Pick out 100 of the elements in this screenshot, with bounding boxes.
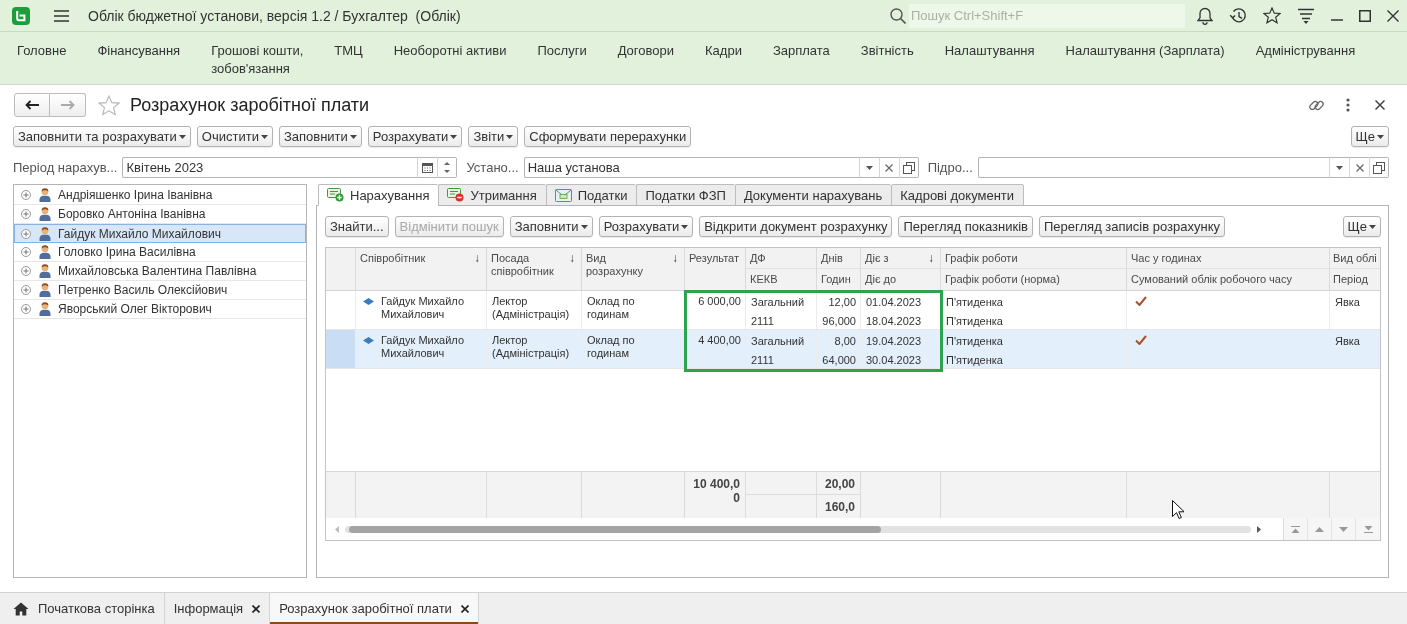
- expand-icon[interactable]: [21, 209, 31, 219]
- expand-icon[interactable]: [21, 285, 31, 295]
- previous-row-button[interactable]: [1308, 518, 1332, 540]
- close-icon[interactable]: [460, 604, 469, 613]
- dropdown-button[interactable]: Звіти: [468, 126, 519, 147]
- table-row[interactable]: Гайдук Михайло Михайлович Лектор (Адміністрація) Оклад по годинам 6 000,00 Загальний 2111 12,00 96,000 01.04.2023 18.04.2023 П'ятиденка П'ятиденка Явка: [326, 291, 1380, 330]
- column-header[interactable]: Сумований облік робочого часу: [1127, 269, 1330, 290]
- dropdown-button[interactable]: Розрахувати: [367, 126, 463, 147]
- maximize-icon[interactable]: [1359, 9, 1371, 22]
- expand-icon[interactable]: [21, 304, 31, 314]
- clear-button[interactable]: [1349, 157, 1369, 178]
- command-button[interactable]: Перегляд записів розрахунку: [1039, 216, 1225, 237]
- column-header[interactable]: Діє з ↓: [861, 248, 941, 269]
- window-tab[interactable]: Початкова сторінка: [4, 593, 165, 624]
- close-icon[interactable]: [1387, 9, 1399, 22]
- section-menu-item[interactable]: Налаштування (Зарплата): [1065, 42, 1225, 60]
- check-icon[interactable]: [1135, 335, 1147, 345]
- more-button[interactable]: Ще: [1350, 126, 1389, 147]
- last-row-button[interactable]: [1356, 518, 1380, 540]
- close-icon[interactable]: [252, 604, 261, 613]
- employee-item[interactable]: Андріяшенко Ірина Іванівна: [14, 186, 306, 205]
- star-icon[interactable]: [98, 94, 120, 116]
- dropdown-button[interactable]: Розрахувати: [598, 216, 694, 237]
- section-menu-item[interactable]: Звітність: [860, 42, 914, 60]
- sort-lines-icon[interactable]: [1297, 7, 1315, 24]
- section-menu-item[interactable]: Головне: [17, 42, 67, 60]
- dropdown-button[interactable]: Очистити: [196, 126, 273, 147]
- section-menu-item[interactable]: Налаштування: [944, 42, 1035, 60]
- command-button[interactable]: Відкрити документ розрахунку: [699, 216, 893, 237]
- open-button[interactable]: [898, 157, 919, 178]
- menu-icon[interactable]: [54, 9, 69, 22]
- section-menu-item[interactable]: Грошові кошти, зобов'язання: [211, 42, 304, 78]
- section-menu-item[interactable]: ТМЦ: [334, 42, 363, 60]
- dropdown-arrow-button[interactable]: [1329, 157, 1349, 178]
- horizontal-scrollbar[interactable]: [345, 525, 1251, 533]
- calendar-button[interactable]: [417, 157, 438, 178]
- column-header[interactable]: Період: [1330, 269, 1380, 290]
- dropdown-button[interactable]: Заповнити та розрахувати: [13, 126, 191, 147]
- employee-item[interactable]: Яворський Олег Вікторович: [14, 300, 306, 319]
- column-header[interactable]: Діє до: [861, 269, 941, 290]
- column-header[interactable]: Співробітник ↓: [356, 248, 487, 290]
- search-icon[interactable]: [890, 7, 906, 24]
- more-button[interactable]: Ще: [1342, 216, 1381, 237]
- period-field[interactable]: Квітень 2023: [122, 157, 418, 178]
- section-menu-item[interactable]: Послуги: [537, 42, 587, 60]
- window-tab[interactable]: Розрахунок заробітної плати: [270, 593, 479, 624]
- command-button[interactable]: Сформувати перерахунки: [524, 126, 692, 147]
- employee-item[interactable]: Головко Ірина Василівна: [14, 243, 306, 262]
- history-icon[interactable]: [1229, 6, 1247, 25]
- check-icon[interactable]: [1135, 296, 1147, 306]
- tab[interactable]: Податки ФЗП: [636, 184, 735, 206]
- clear-button[interactable]: [878, 157, 899, 178]
- section-menu-item[interactable]: Фінансування: [97, 42, 181, 60]
- column-header[interactable]: Графік роботи (норма): [941, 269, 1127, 290]
- select-field[interactable]: [977, 157, 1329, 178]
- column-header[interactable]: ДФ: [746, 248, 817, 269]
- column-header[interactable]: Годин: [817, 269, 861, 290]
- dropdown-button[interactable]: Заповнити: [509, 216, 593, 237]
- tab[interactable]: Кадрові документи: [891, 184, 1025, 206]
- section-menu-item[interactable]: Адміністрування: [1255, 42, 1356, 60]
- employee-item[interactable]: Петренко Василь Олексійович: [14, 281, 306, 300]
- spin-button[interactable]: [437, 157, 458, 178]
- command-button[interactable]: Перегляд показників: [898, 216, 1033, 237]
- column-header[interactable]: Вид облі: [1330, 248, 1380, 269]
- table-row[interactable]: Гайдук Михайло Михайлович Лектор (Адміністрація) Оклад по годинам 4 400,00 Загальний 2111 8,00 64,000 19.04.2023 30.04.2023 П'ятиденка П'ятиденка Явка: [326, 330, 1380, 369]
- section-menu-item[interactable]: Зарплата: [772, 42, 830, 60]
- tab[interactable]: Нарахування: [318, 184, 439, 206]
- close-icon[interactable]: [1375, 100, 1385, 110]
- employee-item[interactable]: Михайловська Валентина Павлівна: [14, 262, 306, 281]
- section-menu-item[interactable]: Договори: [617, 42, 674, 60]
- scrollbar-thumb[interactable]: [349, 525, 881, 533]
- column-header[interactable]: Вид розрахунку ↓: [582, 248, 685, 290]
- column-header[interactable]: Результат: [685, 248, 746, 290]
- select-field[interactable]: Наша установа: [523, 157, 859, 178]
- bell-icon[interactable]: [1197, 6, 1213, 25]
- section-menu-item[interactable]: Необоротні активи: [393, 42, 507, 60]
- tab[interactable]: Документи нарахувань: [734, 184, 892, 206]
- column-header[interactable]: КЕКВ: [746, 269, 817, 290]
- expand-icon[interactable]: [21, 247, 31, 257]
- expand-icon[interactable]: [21, 266, 31, 276]
- column-header[interactable]: Посада співробітник ↓: [487, 248, 582, 290]
- section-menu-item[interactable]: Кадри: [705, 42, 742, 60]
- dropdown-button[interactable]: Заповнити: [278, 126, 362, 147]
- column-header[interactable]: Графік роботи: [941, 248, 1127, 269]
- open-button[interactable]: [1369, 157, 1389, 178]
- next-row-button[interactable]: [1332, 518, 1356, 540]
- more-icon[interactable]: [1346, 98, 1350, 112]
- column-header[interactable]: Час у годинах: [1127, 248, 1330, 269]
- first-row-button[interactable]: [1284, 518, 1308, 540]
- search-field[interactable]: Пошук Ctrl+Shift+F: [909, 3, 1185, 28]
- tab[interactable]: Податки: [545, 184, 637, 206]
- column-header[interactable]: Днів: [817, 248, 861, 269]
- command-button[interactable]: Знайти...: [325, 216, 389, 237]
- tab[interactable]: Утримання: [438, 184, 546, 206]
- dropdown-arrow-button[interactable]: [858, 157, 879, 178]
- scroll-right-icon[interactable]: [1257, 525, 1261, 533]
- employee-item[interactable]: Гайдук Михайло Михайлович: [14, 224, 306, 243]
- star-icon[interactable]: [1263, 7, 1281, 24]
- back-button[interactable]: [14, 93, 50, 117]
- expand-icon[interactable]: [21, 228, 31, 239]
